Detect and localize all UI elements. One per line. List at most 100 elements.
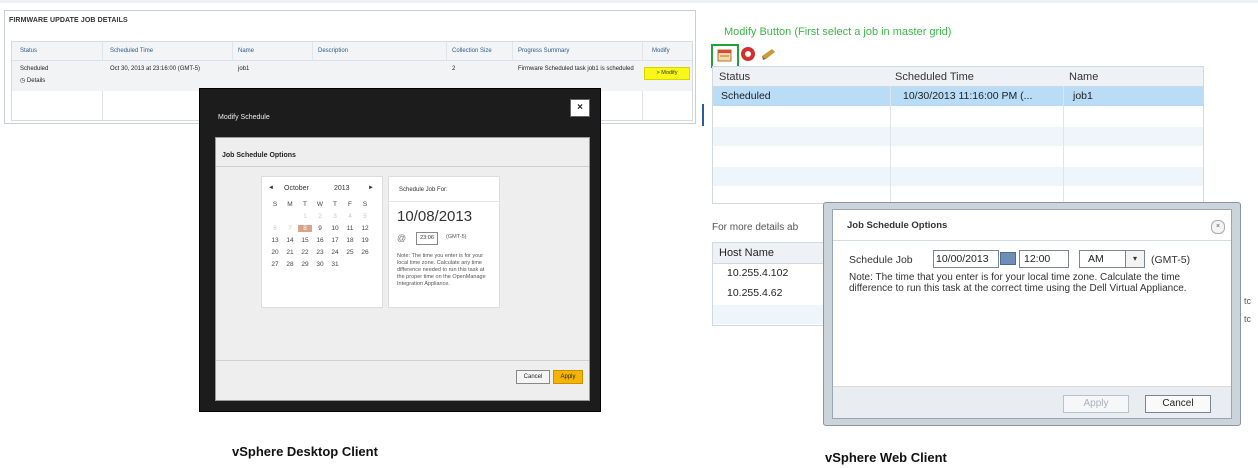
schedule-job-label: Schedule Job: [849, 254, 913, 266]
apply-button[interactable]: Apply: [553, 370, 583, 384]
calendar-day[interactable]: 6: [268, 225, 282, 232]
close-icon[interactable]: ×: [1211, 220, 1225, 234]
collection-size-cell: 2: [452, 66, 456, 72]
grid-header: Status Scheduled Time Name Description C…: [12, 42, 692, 61]
calendar-day[interactable]: 4: [343, 213, 357, 220]
column-header[interactable]: Collection Size: [452, 48, 492, 54]
next-month-icon[interactable]: ►: [368, 185, 374, 191]
hosts-grid: Host Name 10.255.4.102 10.255.4.62: [712, 242, 826, 326]
table-row[interactable]: Scheduled ◷ Details Oct 30, 2013 at 23:1…: [12, 61, 692, 91]
calendar-day[interactable]: 19: [358, 237, 372, 244]
calendar-day[interactable]: 23: [313, 249, 327, 256]
column-header[interactable]: Scheduled Time: [895, 71, 974, 83]
calendar-day[interactable]: 12: [358, 225, 372, 232]
chevron-down-icon[interactable]: ▾: [1125, 250, 1145, 268]
scheduled-time-cell: 10/30/2013 11:16:00 PM (...: [903, 90, 1033, 102]
calendar-day[interactable]: 26: [358, 249, 372, 256]
timezone-label: (GMT-5): [446, 234, 467, 240]
apply-button[interactable]: Apply: [1063, 395, 1129, 413]
column-header[interactable]: Progress Summary: [518, 48, 569, 54]
empty-row: [713, 107, 1203, 126]
calendar-day[interactable]: 11: [343, 225, 357, 232]
modify-schedule-dialog: Modify Schedule × Job Schedule Options ◄…: [199, 88, 601, 412]
column-header[interactable]: Host Name: [719, 247, 774, 259]
calendar-day[interactable]: 3: [328, 213, 342, 220]
calendar-day[interactable]: 18: [343, 237, 357, 244]
column-header[interactable]: Description: [318, 48, 348, 54]
host-cell: 10.255.4.102: [727, 267, 789, 279]
calendar-icon[interactable]: [1000, 252, 1016, 265]
close-icon[interactable]: ×: [570, 99, 590, 117]
schedule-panel: Schedule Job For: 10/08/2013 @ 23:06 (GM…: [388, 176, 500, 308]
empty-row: [713, 167, 1203, 186]
dialog-footer: Apply Cancel: [833, 387, 1231, 418]
time-input[interactable]: 12:00: [1019, 250, 1069, 268]
schedule-label: Schedule Job For:: [399, 187, 448, 193]
cancel-button[interactable]: Cancel: [1145, 395, 1211, 413]
schedule-date: 10/08/2013: [397, 208, 473, 225]
dialog-title: Modify Schedule: [218, 114, 270, 121]
status-cell: Scheduled: [721, 90, 771, 102]
calendar-day[interactable]: 8: [298, 225, 312, 232]
calendar-month: October: [284, 185, 309, 192]
cancel-button[interactable]: Cancel: [516, 370, 550, 384]
calendar-day[interactable]: 20: [268, 249, 282, 256]
column-header[interactable]: Modify: [652, 48, 670, 54]
calendar-day[interactable]: 31: [328, 261, 342, 268]
schedule-note: Note: The time you enter is for your loc…: [397, 253, 486, 287]
calendar-day[interactable]: 29: [298, 261, 312, 268]
calendar-day[interactable]: 5: [358, 213, 372, 220]
empty-row: [713, 127, 1203, 146]
scheduled-time-cell: Oct 30, 2013 at 23:16:00 (GMT-5): [110, 66, 201, 72]
ampm-select[interactable]: AM: [1079, 250, 1127, 268]
table-row[interactable]: Scheduled 10/30/2013 11:16:00 PM (... jo…: [713, 87, 1203, 106]
column-header[interactable]: Status: [719, 71, 750, 83]
dialog-body: Job Schedule Options ◄ October 2013 ► SM…: [215, 137, 590, 401]
calendar-day[interactable]: 1: [298, 213, 312, 220]
grid-header: Status Scheduled Time Name: [713, 67, 1203, 87]
calendar-day[interactable]: 15: [298, 237, 312, 244]
progress-summary-cell: Firmware Scheduled task job1 is schedule…: [518, 66, 634, 72]
weekday-label: W: [316, 201, 324, 208]
calendar-day[interactable]: 16: [313, 237, 327, 244]
calendar-day[interactable]: 7: [283, 225, 297, 232]
host-cell: 10.255.4.62: [727, 287, 783, 299]
section-title: Job Schedule Options: [222, 152, 296, 159]
calendar-day[interactable]: 21: [283, 249, 297, 256]
prev-month-icon[interactable]: ◄: [268, 185, 274, 191]
calendar-day[interactable]: 28: [283, 261, 297, 268]
calendar-day[interactable]: 22: [298, 249, 312, 256]
calendar: ◄ October 2013 ► S M T W T F S 1 2 3 4 5 6 7 8 9 10 11 12 1…: [261, 176, 383, 308]
details-icon: ◷: [20, 78, 27, 84]
week-row: 27 28 29 30 31: [268, 261, 378, 273]
weekday-label: M: [287, 201, 293, 208]
week-row: 13 14 15 16 17 18 19: [268, 237, 378, 249]
column-header[interactable]: Scheduled Time: [110, 48, 153, 54]
column-header[interactable]: Name: [238, 48, 254, 54]
calendar-day[interactable]: 17: [328, 237, 342, 244]
stop-icon[interactable]: [740, 46, 756, 62]
modify-schedule-button[interactable]: [711, 44, 739, 68]
calendar-day[interactable]: 24: [328, 249, 342, 256]
calendar-day[interactable]: 10: [328, 225, 342, 232]
calendar-day[interactable]: 30: [313, 261, 327, 268]
calendar-day[interactable]: 14: [283, 237, 297, 244]
purge-icon[interactable]: [760, 46, 778, 62]
calendar-day[interactable]: 13: [268, 237, 282, 244]
details-link[interactable]: ◷ Details: [20, 77, 45, 84]
week-row: 6 7 8 9 10 11 12: [268, 225, 378, 237]
date-input[interactable]: 10/00/2013: [933, 250, 999, 268]
calendar-edit-icon: [717, 49, 732, 62]
column-header[interactable]: Name: [1069, 71, 1098, 83]
schedule-note: Note: The time that you enter is for you…: [849, 272, 1187, 294]
modify-button[interactable]: > Modify: [644, 67, 690, 80]
at-symbol: @: [397, 233, 407, 243]
column-header[interactable]: Status: [20, 48, 37, 54]
name-cell: job1: [1073, 90, 1093, 102]
calendar-day[interactable]: 9: [313, 225, 327, 232]
panel-title: FIRMWARE UPDATE JOB DETAILS: [9, 17, 128, 24]
time-input[interactable]: 23:06: [416, 232, 438, 245]
calendar-day[interactable]: 27: [268, 261, 282, 268]
calendar-day[interactable]: 25: [343, 249, 357, 256]
calendar-day[interactable]: 2: [313, 213, 327, 220]
